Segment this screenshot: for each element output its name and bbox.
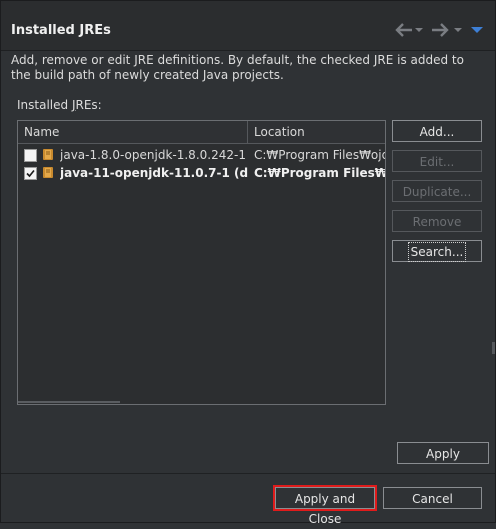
apply-button[interactable]: Apply <box>397 442 489 464</box>
jre-library-icon <box>42 166 55 179</box>
page-title: Installed JREs <box>11 23 111 38</box>
jre-location: C:₩Program Files₩ojdkbuild <box>254 148 385 162</box>
jre-checkbox-checked[interactable] <box>24 167 37 180</box>
jre-checkbox[interactable] <box>24 149 37 162</box>
footer-divider <box>1 473 495 474</box>
back-arrow-icon[interactable] <box>395 20 413 40</box>
remove-button[interactable]: Remove <box>392 210 482 232</box>
forward-menu-chevron-icon[interactable] <box>454 20 462 40</box>
jre-library-icon <box>42 148 55 161</box>
column-header-name[interactable]: Name <box>24 125 59 139</box>
add-button[interactable]: Add... <box>392 120 482 142</box>
table-header: Name Location <box>18 121 385 144</box>
highlight-box <box>273 485 377 511</box>
page-header: Installed JREs <box>1 1 495 51</box>
jre-table[interactable]: Name Location java-1.8.0-openjdk-1.8.0.2… <box>17 120 386 405</box>
horizontal-scrollbar[interactable] <box>18 401 120 403</box>
resize-marker <box>492 342 495 354</box>
forward-arrow-icon[interactable] <box>431 20 449 40</box>
installed-jres-label: Installed JREs: <box>17 98 102 112</box>
edit-button[interactable]: Edit... <box>392 150 482 172</box>
description-text: Add, remove or edit JRE definitions. By … <box>11 53 464 82</box>
column-header-location[interactable]: Location <box>254 125 305 139</box>
cancel-button[interactable]: Cancel <box>383 487 482 509</box>
jre-location: C:₩Program Files₩ojdkbuild <box>254 166 385 180</box>
duplicate-button[interactable]: Duplicate... <box>392 180 482 202</box>
table-row[interactable]: java-11-openjdk-11.0.7-1 (default) C:₩Pr… <box>18 164 385 182</box>
jre-name: java-11-openjdk-11.0.7-1 (default) <box>60 166 248 180</box>
jre-name: java-1.8.0-openjdk-1.8.0.242-1 <box>60 148 246 162</box>
view-menu-icon[interactable] <box>471 20 483 40</box>
table-row[interactable]: java-1.8.0-openjdk-1.8.0.242-1 C:₩Progra… <box>18 146 385 164</box>
back-menu-chevron-icon[interactable] <box>415 20 423 40</box>
search-button[interactable]: Search... <box>392 240 482 262</box>
column-separator[interactable] <box>247 121 248 143</box>
